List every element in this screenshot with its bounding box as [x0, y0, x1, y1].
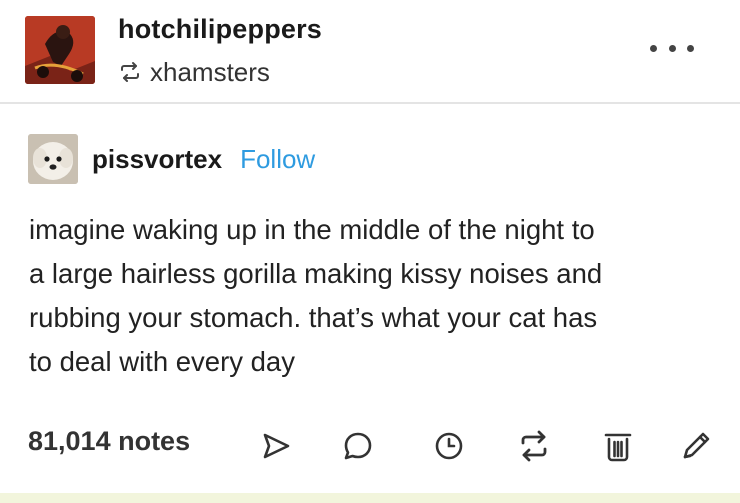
- reblogged-from-name[interactable]: xhamsters: [150, 57, 270, 88]
- pencil-icon[interactable]: [676, 426, 716, 466]
- reblog-icon: [118, 60, 142, 84]
- post-header: hotchilipeppers xhamsters: [0, 0, 740, 103]
- trash-icon[interactable]: [598, 426, 638, 466]
- more-dot: [687, 44, 694, 52]
- original-poster-row: pissvortex Follow: [28, 132, 315, 186]
- header-divider: [0, 102, 740, 104]
- blog-name[interactable]: hotchilipeppers: [118, 14, 322, 45]
- share-icon[interactable]: [256, 426, 296, 466]
- more-dot: [668, 44, 676, 52]
- notes-count[interactable]: 81,014 notes: [28, 426, 190, 457]
- bottom-strip: [0, 493, 740, 503]
- post-text-line: rubbing your stomach. that’s what your c…: [29, 302, 598, 333]
- reblog-source: xhamsters: [118, 56, 270, 88]
- op-name[interactable]: pissvortex: [92, 144, 222, 175]
- post-text-line: a large hairless gorilla making kissy no…: [29, 258, 603, 289]
- post-text-line: to deal with every day: [29, 346, 295, 377]
- blog-avatar[interactable]: [25, 16, 95, 84]
- reply-icon[interactable]: [338, 426, 378, 466]
- reblog-icon[interactable]: [514, 426, 554, 466]
- more-options-icon[interactable]: [650, 38, 694, 58]
- more-dot: [650, 44, 657, 52]
- post-text-line: imagine waking up in the middle of the n…: [29, 214, 595, 245]
- post-body: imagine waking up in the middle of the n…: [29, 208, 719, 384]
- follow-button[interactable]: Follow: [240, 144, 315, 175]
- clock-icon[interactable]: [429, 426, 469, 466]
- op-avatar[interactable]: [28, 134, 78, 184]
- post-footer: 81,014 notes: [0, 418, 740, 474]
